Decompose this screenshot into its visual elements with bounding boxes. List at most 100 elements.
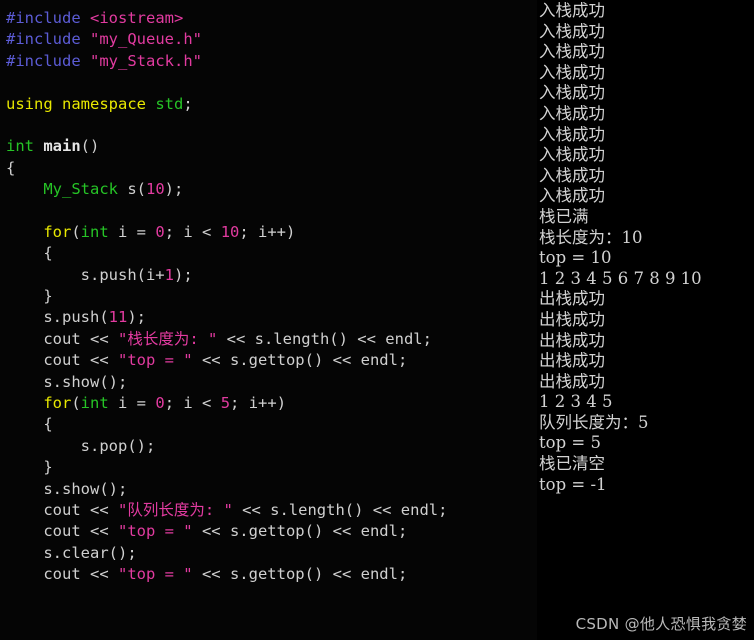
code-token: ( xyxy=(71,394,81,413)
console-line: 入栈成功 xyxy=(539,1,605,20)
screenshot-root: #include <iostream> #include "my_Queue.h"… xyxy=(0,0,754,640)
console-line: 出栈成功 xyxy=(539,330,605,350)
code-token: cout << xyxy=(6,351,118,370)
code-token: "栈长度为: " xyxy=(117,329,218,348)
code-token: } xyxy=(6,287,53,306)
code-line[interactable]: s.show(); xyxy=(6,372,537,393)
code-token: #include xyxy=(6,30,90,49)
code-token: s.push(i+ xyxy=(6,265,165,284)
console-line: 出栈成功 xyxy=(539,371,605,391)
code-line[interactable]: s.push(11); xyxy=(6,307,537,328)
code-line[interactable]: { xyxy=(6,158,537,179)
code-token: ; xyxy=(174,180,184,199)
console-line: 入栈成功 xyxy=(539,42,605,62)
csdn-watermark: CSDN @他人恐惧我贪婪 xyxy=(575,615,747,633)
code-token: 0 xyxy=(155,222,165,241)
code-token: { xyxy=(6,415,53,434)
code-token: s.clear(); xyxy=(6,543,137,562)
code-line[interactable] xyxy=(6,115,537,136)
console-line: 出栈成功 xyxy=(539,289,605,309)
code-token: 1 xyxy=(164,265,174,284)
code-token: s.show(); xyxy=(6,372,128,391)
code-token: My_Stack xyxy=(43,180,118,199)
console-line: 入栈成功 xyxy=(539,124,605,144)
code-token: for xyxy=(43,222,72,241)
code-token: << s.length() << endl; xyxy=(217,329,432,348)
console-line: 队列长度为：5 xyxy=(539,412,649,432)
code-line[interactable]: cout << "top = " << s.gettop() << endl; xyxy=(6,350,537,371)
code-token: cout << xyxy=(6,329,118,348)
code-line[interactable]: s.pop(); xyxy=(6,436,537,457)
code-token: 5 xyxy=(220,394,231,413)
code-token: { xyxy=(6,158,16,177)
code-token: ) xyxy=(164,180,175,199)
code-line[interactable]: } xyxy=(6,457,537,478)
code-token: << s.gettop() << endl; xyxy=(192,351,408,370)
code-line[interactable]: for(int i = 0; i < 10; i++) xyxy=(6,222,537,243)
code-line[interactable]: My_Stack s(10); xyxy=(6,179,537,200)
console-line: 入栈成功 xyxy=(539,165,605,185)
code-token: "top = " xyxy=(117,522,193,541)
code-token: "top = " xyxy=(117,565,193,584)
console-line: top = 5 xyxy=(539,433,601,453)
console-line: 入栈成功 xyxy=(539,186,605,206)
code-line[interactable]: #include "my_Queue.h" xyxy=(6,29,537,50)
code-line[interactable] xyxy=(6,201,537,222)
console-line: 入栈成功 xyxy=(539,21,605,41)
code-token: "队列长度为: " xyxy=(117,500,233,519)
code-line[interactable]: s.clear(); xyxy=(6,543,537,564)
code-token: << s.gettop() << endl; xyxy=(192,522,408,541)
code-token: s.show(); xyxy=(6,479,128,498)
code-line[interactable]: #include "my_Stack.h" xyxy=(6,51,537,72)
code-line[interactable]: s.push(i+1); xyxy=(6,265,537,286)
code-token: <iostream> xyxy=(90,9,184,27)
code-token: ; i < xyxy=(164,222,221,241)
console-line: 1 2 3 4 5 xyxy=(539,392,613,412)
console-line: 栈已清空 xyxy=(539,454,605,474)
code-line[interactable]: { xyxy=(6,243,537,264)
console-line: 栈已满 xyxy=(539,206,589,226)
code-token: () xyxy=(80,137,100,156)
code-token: ); xyxy=(127,308,146,327)
code-token: std xyxy=(155,94,184,113)
code-listing[interactable]: #include <iostream> #include "my_Queue.h"… xyxy=(6,8,537,586)
code-token: << s.gettop() << endl; xyxy=(192,565,408,584)
code-line[interactable]: for(int i = 0; i < 5; i++) xyxy=(6,393,537,414)
code-token: main xyxy=(43,137,81,156)
code-token: #include xyxy=(6,9,90,27)
code-editor-pane[interactable]: #include <iostream> #include "my_Queue.h"… xyxy=(0,0,537,640)
code-line[interactable]: int main() xyxy=(6,136,537,157)
code-line[interactable]: { xyxy=(6,414,537,435)
code-token: s xyxy=(117,180,137,199)
code-token: cout << xyxy=(6,565,118,584)
code-token: ( xyxy=(71,222,81,241)
code-line[interactable]: using namespace std; xyxy=(6,94,537,115)
code-token: cout << xyxy=(6,522,118,541)
console-output-pane[interactable]: 入栈成功 入栈成功 入栈成功 入栈成功 入栈成功 入栈成功 入栈成功 入栈成功 入栈成功 入栈成功… xyxy=(537,0,754,640)
code-line[interactable]: } xyxy=(6,286,537,307)
code-token: "my_Stack.h" xyxy=(90,51,202,70)
code-token: "top = " xyxy=(117,351,193,370)
code-line[interactable]: s.show(); xyxy=(6,479,537,500)
code-token: 11 xyxy=(108,308,128,327)
code-line[interactable] xyxy=(6,72,537,93)
code-token: int xyxy=(80,394,109,413)
code-line[interactable]: #include <iostream> xyxy=(6,8,537,29)
code-token: s.push( xyxy=(6,308,109,327)
console-line: 1 2 3 4 5 6 7 8 9 10 xyxy=(539,268,702,288)
code-line[interactable]: cout << "top = " << s.gettop() << endl; xyxy=(6,564,537,585)
code-token: 10 xyxy=(220,222,240,241)
code-token: } xyxy=(6,458,53,477)
code-line[interactable]: cout << "队列长度为: " << s.length() << endl; xyxy=(6,500,537,521)
code-line[interactable]: cout << "栈长度为: " << s.length() << endl; xyxy=(6,329,537,350)
code-line[interactable]: cout << "top = " << s.gettop() << endl; xyxy=(6,521,537,542)
console-line: top = 10 xyxy=(539,248,612,268)
code-token: cout << xyxy=(6,500,118,519)
code-token: ( xyxy=(136,180,146,199)
code-token: 0 xyxy=(155,394,165,413)
console-line: 入栈成功 xyxy=(539,62,605,82)
code-token: i = xyxy=(108,394,156,413)
